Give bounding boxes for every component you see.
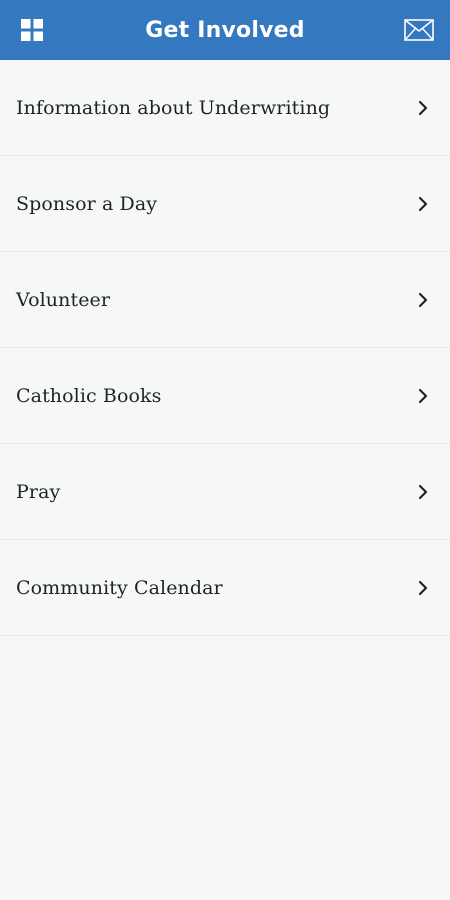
menu-list: Information about Underwriting Sponsor a… xyxy=(0,60,450,636)
grid-menu-button[interactable] xyxy=(16,14,48,46)
chevron-right-icon xyxy=(416,484,430,500)
menu-item-volunteer[interactable]: Volunteer xyxy=(0,252,450,348)
menu-item-underwriting[interactable]: Information about Underwriting xyxy=(0,60,450,156)
chevron-right-icon xyxy=(416,100,430,116)
menu-item-label: Pray xyxy=(16,480,61,503)
menu-item-sponsor-a-day[interactable]: Sponsor a Day xyxy=(0,156,450,252)
menu-item-label: Sponsor a Day xyxy=(16,192,158,215)
menu-item-catholic-books[interactable]: Catholic Books xyxy=(0,348,450,444)
menu-item-pray[interactable]: Pray xyxy=(0,444,450,540)
mail-icon xyxy=(404,19,434,41)
app-header: Get Involved xyxy=(0,0,450,60)
menu-item-label: Volunteer xyxy=(16,288,111,311)
mail-button[interactable] xyxy=(402,14,436,46)
grid-menu-icon xyxy=(21,19,43,41)
page-title: Get Involved xyxy=(145,17,305,43)
chevron-right-icon xyxy=(416,580,430,596)
chevron-right-icon xyxy=(416,292,430,308)
menu-item-label: Catholic Books xyxy=(16,384,162,407)
chevron-right-icon xyxy=(416,388,430,404)
menu-item-community-calendar[interactable]: Community Calendar xyxy=(0,540,450,636)
chevron-right-icon xyxy=(416,196,430,212)
menu-item-label: Community Calendar xyxy=(16,576,223,599)
menu-item-label: Information about Underwriting xyxy=(16,96,331,119)
